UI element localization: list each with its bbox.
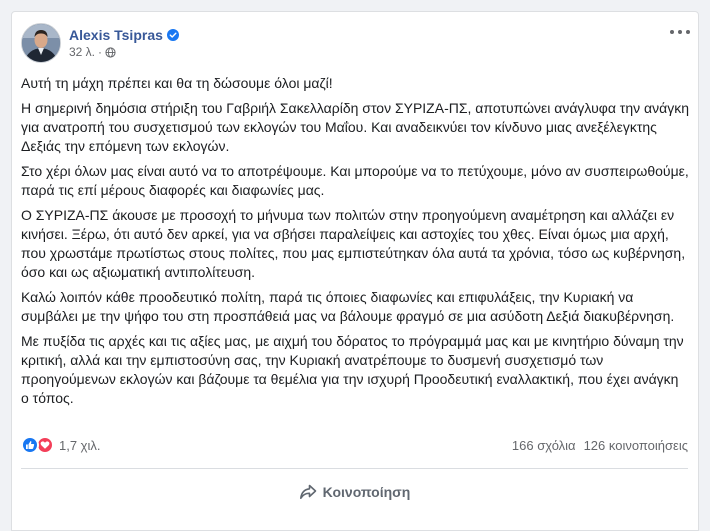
engagement-stats: 166 σχόλια 126 κοινοποιήσεις: [512, 438, 688, 453]
verified-badge-icon: [166, 29, 179, 41]
more-dot: [686, 30, 690, 34]
share-button[interactable]: Κοινοποίηση: [21, 475, 688, 509]
share-arrow-icon: [299, 484, 316, 499]
timestamp-row: 32 λ. ·: [69, 45, 179, 59]
timestamp[interactable]: 32 λ.: [69, 45, 95, 59]
author-row: Alexis Tsipras: [69, 27, 179, 43]
post-meta: Alexis Tsipras 32 λ. ·: [69, 27, 179, 59]
like-icon: [21, 436, 39, 454]
post-header: Alexis Tsipras 32 λ. ·: [21, 21, 179, 65]
avatar[interactable]: [21, 23, 61, 63]
post-paragraph: Καλώ λοιπόν κάθε προοδευτικό πολίτη, παρ…: [21, 289, 675, 324]
separator-dot: ·: [98, 45, 103, 59]
post-paragraph: Αυτή τη μάχη πρέπει και θα τη δώσουμε όλ…: [21, 75, 333, 91]
avatar-image: [22, 24, 60, 62]
comment-count[interactable]: 166 σχόλια: [512, 438, 576, 453]
reaction-icons[interactable]: 1,7 χιλ.: [21, 436, 101, 454]
author-name[interactable]: Alexis Tsipras: [69, 27, 163, 43]
reactions-bar: 1,7 χιλ. 166 σχόλια 126 κοινοποιήσεις: [21, 435, 688, 455]
post-paragraph: Ο ΣΥΡΙΖΑ-ΠΣ άκουσε με προσοχή το μήνυμα …: [21, 207, 686, 280]
more-options-icon[interactable]: [670, 26, 690, 38]
share-label: Κοινοποίηση: [322, 484, 411, 500]
post-text: Αυτή τη μάχη πρέπει και θα τη δώσουμε όλ…: [21, 74, 689, 414]
divider: [21, 468, 688, 469]
share-count[interactable]: 126 κοινοποιήσεις: [584, 438, 688, 453]
post-paragraph: Στο χέρι όλων μας είναι αυτό να το αποτρ…: [21, 163, 689, 198]
more-dot: [678, 30, 682, 34]
reaction-count[interactable]: 1,7 χιλ.: [59, 438, 101, 453]
post-paragraph: Η σημερινή δημόσια στήριξη του Γαβριήλ Σ…: [21, 100, 689, 154]
post-card: Alexis Tsipras 32 λ. · Αυτή τη μάχη πρέπ…: [11, 11, 699, 531]
post-paragraph: Με πυξίδα τις αρχές και τις αξίες μας, μ…: [21, 333, 684, 406]
more-dot: [670, 30, 674, 34]
globe-icon[interactable]: [105, 46, 116, 58]
